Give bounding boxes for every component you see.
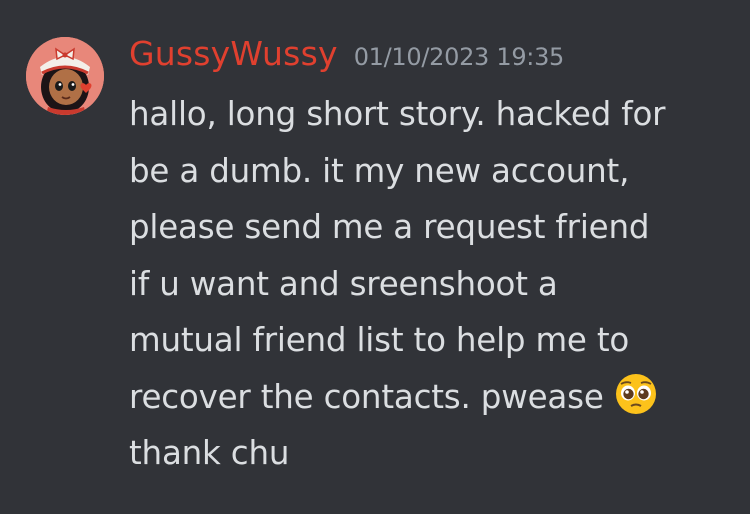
message-line: please send me a request friend (129, 208, 650, 246)
message-line-text: recover the contacts. pwease (129, 377, 604, 416)
message-timestamp[interactable]: 01/10/2023 19:35 (354, 43, 565, 71)
user-avatar[interactable] (26, 37, 104, 115)
message-line: mutual friend list to help me to (129, 321, 630, 359)
message-line-with-emoji: recover the contacts. pwease (129, 369, 741, 426)
message-line: if u want and sreenshoot a (129, 264, 558, 303)
message-line: be a dumb. it my new account, (129, 151, 630, 190)
message-line: thank chu (129, 434, 290, 472)
message-content: hallo, long short story. hacked for be a… (129, 86, 741, 482)
avatar-girl-with-bow-icon (26, 37, 104, 115)
username[interactable]: GussyWussy (129, 34, 338, 73)
message-header: GussyWussy 01/10/2023 19:35 (129, 34, 564, 84)
chat-message: GussyWussy 01/10/2023 19:35 hallo, long … (0, 0, 750, 514)
message-line: hallo, long short story. hacked for (129, 95, 666, 133)
pleading-face-emoji-icon[interactable] (614, 372, 658, 416)
